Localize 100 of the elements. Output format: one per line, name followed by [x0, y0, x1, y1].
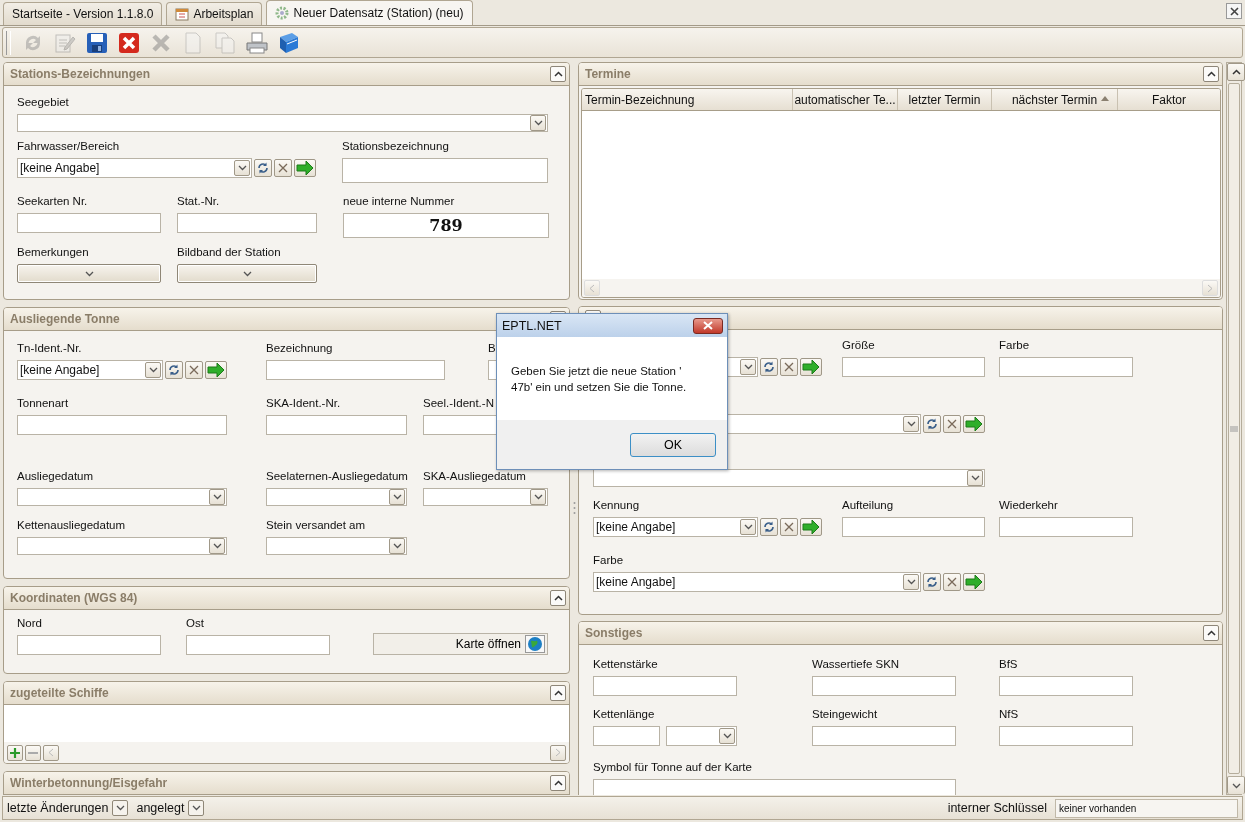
- scrollbar-thumb[interactable]: [1228, 83, 1240, 774]
- dropdown-button[interactable]: [389, 489, 405, 505]
- collapse-button[interactable]: [1203, 625, 1219, 641]
- refresh-button[interactable]: [923, 573, 941, 591]
- book-icon[interactable]: [277, 30, 301, 55]
- column-header[interactable]: automatischer Te...: [793, 89, 898, 110]
- arrow-right-button[interactable]: [963, 415, 985, 433]
- dropdown-button[interactable]: [112, 800, 129, 816]
- dropdown-button[interactable]: [209, 489, 225, 505]
- ok-button[interactable]: OK: [630, 432, 716, 457]
- dropdown-button[interactable]: [740, 519, 756, 535]
- input-field[interactable]: [593, 676, 737, 696]
- splitter-handle[interactable]: [572, 501, 576, 515]
- dropdown-button[interactable]: [209, 538, 225, 554]
- input-field[interactable]: [593, 779, 956, 795]
- dropdown-button[interactable]: [740, 359, 756, 375]
- delete-icon[interactable]: [117, 30, 141, 55]
- collapse-button[interactable]: [550, 590, 566, 606]
- save-icon[interactable]: [85, 30, 109, 55]
- refresh-button[interactable]: [254, 159, 272, 177]
- clear-button[interactable]: [943, 415, 961, 433]
- refresh-button[interactable]: [760, 518, 778, 536]
- refresh-button[interactable]: [760, 358, 778, 376]
- dropdown-button[interactable]: [177, 264, 317, 283]
- clear-button[interactable]: [780, 358, 798, 376]
- input-field[interactable]: [266, 415, 407, 435]
- dropdown-button[interactable]: [389, 538, 405, 554]
- input-field[interactable]: [812, 676, 956, 696]
- print-icon[interactable]: [245, 30, 269, 55]
- clear-button[interactable]: [274, 159, 292, 177]
- dropdown-button[interactable]: [17, 264, 161, 283]
- dropdown-button[interactable]: [903, 574, 919, 590]
- input-field[interactable]: [593, 726, 660, 746]
- combo-box[interactable]: [keine Angabe]: [17, 158, 252, 178]
- column-header[interactable]: letzter Termin: [898, 89, 992, 110]
- arrow-right-icon: [965, 417, 983, 431]
- input-field[interactable]: [342, 158, 548, 183]
- clear-button[interactable]: [943, 573, 961, 591]
- input-field[interactable]: [999, 726, 1133, 746]
- scroll-up-button[interactable]: [1227, 63, 1245, 81]
- status-label: letzte Änderungen: [7, 801, 109, 815]
- collapse-button[interactable]: [550, 685, 566, 701]
- combo-box[interactable]: [keine Angabe]: [593, 517, 758, 537]
- column-header[interactable]: Termin-Bezeichnung: [582, 89, 793, 110]
- open-map-button[interactable]: Karte öffnen: [373, 633, 548, 655]
- arrow-right-button[interactable]: [963, 573, 985, 591]
- dropdown-button[interactable]: [967, 470, 983, 486]
- dropdown-button[interactable]: [234, 160, 250, 176]
- clear-button[interactable]: [185, 361, 203, 379]
- input-field[interactable]: [999, 357, 1133, 377]
- close-button[interactable]: [693, 317, 723, 334]
- dropdown-button[interactable]: [145, 362, 161, 378]
- close-icon: [1229, 6, 1239, 16]
- refresh-button[interactable]: [165, 361, 183, 379]
- input-field[interactable]: [842, 357, 985, 377]
- input-field[interactable]: [17, 213, 161, 233]
- key-field: keiner vorhanden: [1055, 798, 1238, 818]
- input-field[interactable]: [999, 517, 1133, 537]
- input-field[interactable]: [186, 635, 330, 655]
- input-field[interactable]: [17, 635, 161, 655]
- collapse-button[interactable]: [550, 775, 566, 791]
- input-field[interactable]: [999, 676, 1133, 696]
- column-header[interactable]: nächster Termin: [992, 89, 1118, 110]
- tab[interactable]: Startseite - Version 1.1.8.0: [3, 2, 163, 25]
- input-field[interactable]: [17, 415, 227, 435]
- arrow-right-button[interactable]: [205, 361, 227, 379]
- arrow-right-button[interactable]: [800, 518, 822, 536]
- dropdown-button[interactable]: [903, 416, 919, 432]
- input-field[interactable]: [177, 213, 317, 233]
- clear-button[interactable]: [780, 518, 798, 536]
- scroll-left-button[interactable]: [43, 744, 59, 761]
- column-header[interactable]: Faktor: [1118, 89, 1220, 110]
- input-field[interactable]: [812, 726, 956, 746]
- arrow-right-button[interactable]: [294, 159, 316, 177]
- dropdown-button[interactable]: [530, 115, 546, 131]
- combo-box[interactable]: [keine Angabe]: [593, 572, 921, 592]
- field-label: BfS: [999, 657, 1018, 672]
- combo-box[interactable]: [593, 469, 985, 487]
- dropdown-button[interactable]: [719, 728, 735, 744]
- input-field[interactable]: [842, 517, 985, 537]
- status-label: angelegt: [136, 801, 185, 815]
- refresh-button[interactable]: [923, 415, 941, 433]
- scroll-down-button[interactable]: [1227, 776, 1245, 794]
- tab[interactable]: Neuer Datensatz (Station) (neu): [266, 0, 473, 25]
- field-label: Tn-Ident.-Nr.: [17, 341, 82, 356]
- scroll-right-button[interactable]: [550, 744, 566, 761]
- number-field[interactable]: 789: [343, 213, 549, 238]
- tab[interactable]: Arbeitsplan: [166, 2, 263, 25]
- vertical-scrollbar[interactable]: [1226, 62, 1242, 795]
- dropdown-button[interactable]: [530, 489, 546, 505]
- combo-box[interactable]: [keine Angabe]: [17, 360, 163, 380]
- chevron-down-icon: [970, 475, 980, 481]
- close-button[interactable]: [1226, 3, 1242, 19]
- arrow-right-button[interactable]: [800, 358, 822, 376]
- collapse-button[interactable]: [1203, 66, 1219, 82]
- add-button[interactable]: [7, 744, 23, 761]
- collapse-button[interactable]: [550, 66, 566, 82]
- dropdown-button[interactable]: [188, 800, 205, 816]
- remove-button[interactable]: [25, 744, 41, 761]
- input-field[interactable]: [266, 360, 445, 380]
